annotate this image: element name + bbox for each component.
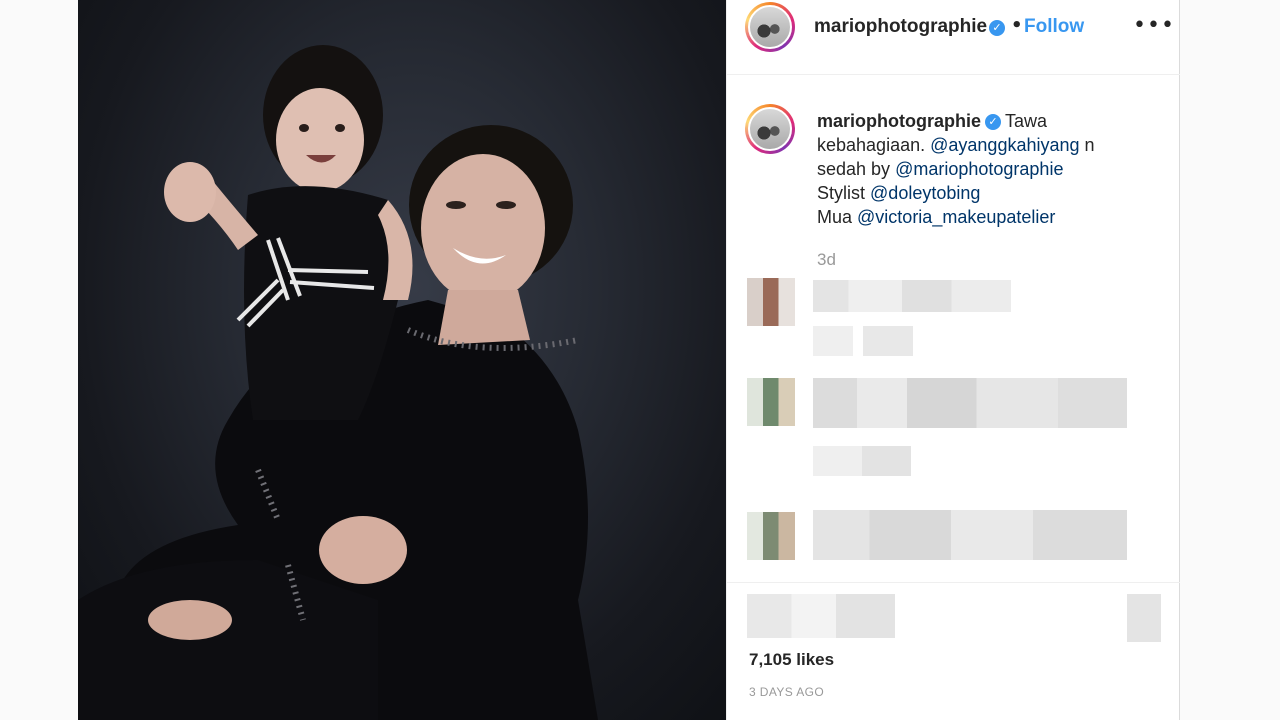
comment-text <box>813 378 1127 428</box>
left-gutter <box>0 0 78 720</box>
caption-text: Mua <box>817 207 853 227</box>
profile-avatar[interactable] <box>745 2 795 52</box>
caption-text: Stylist <box>817 183 866 203</box>
post-age: 3d <box>817 250 836 269</box>
post-panel: mariophotographie ✓ • Follow ••• marioph… <box>726 0 1180 720</box>
mention-link[interactable]: @mariophotographie <box>895 159 1063 179</box>
comment-text <box>813 280 1011 312</box>
comment-avatar[interactable] <box>747 378 795 426</box>
mention-link[interactable]: @ayanggkahiyang <box>930 135 1079 155</box>
right-gutter <box>1180 0 1280 720</box>
caption-text: Tawa <box>1005 111 1048 131</box>
header-username[interactable]: mariophotographie <box>814 16 987 38</box>
mention-link[interactable]: @doleytobing <box>870 183 980 203</box>
caption-text: n <box>1084 135 1095 155</box>
comment-text <box>813 326 913 356</box>
action-icons[interactable] <box>747 594 895 638</box>
post-caption: mariophotographie ✓ Tawa kebahagiaan. @aya… <box>817 109 1137 229</box>
header-separator: • <box>1011 15 1023 36</box>
actions-divider <box>727 582 1180 583</box>
comment-avatar[interactable] <box>747 278 795 326</box>
post-timestamp[interactable]: 3 DAYS AGO <box>749 685 824 699</box>
more-options-icon[interactable]: ••• <box>1133 13 1175 38</box>
likes-count[interactable]: 7,105 likes <box>749 650 834 670</box>
verified-check-icon: ✓ <box>989 20 1005 36</box>
photo-illustration <box>78 45 598 720</box>
verified-check-icon: ✓ <box>985 114 1002 131</box>
caption-username[interactable]: mariophotographie <box>817 111 981 131</box>
comment-text <box>813 446 911 476</box>
follow-button[interactable]: Follow <box>1024 16 1084 38</box>
comment-text <box>813 510 1127 560</box>
save-icon[interactable] <box>1127 594 1161 642</box>
caption-text: kebahagiaan. <box>817 135 926 155</box>
post-photo[interactable] <box>78 0 726 720</box>
caption-avatar[interactable] <box>745 104 795 154</box>
comment-avatar[interactable] <box>747 512 795 560</box>
mention-link[interactable]: @victoria_makeupatelier <box>857 207 1055 227</box>
post-header: mariophotographie ✓ • Follow ••• <box>727 0 1180 75</box>
caption-text: sedah by <box>817 159 891 179</box>
